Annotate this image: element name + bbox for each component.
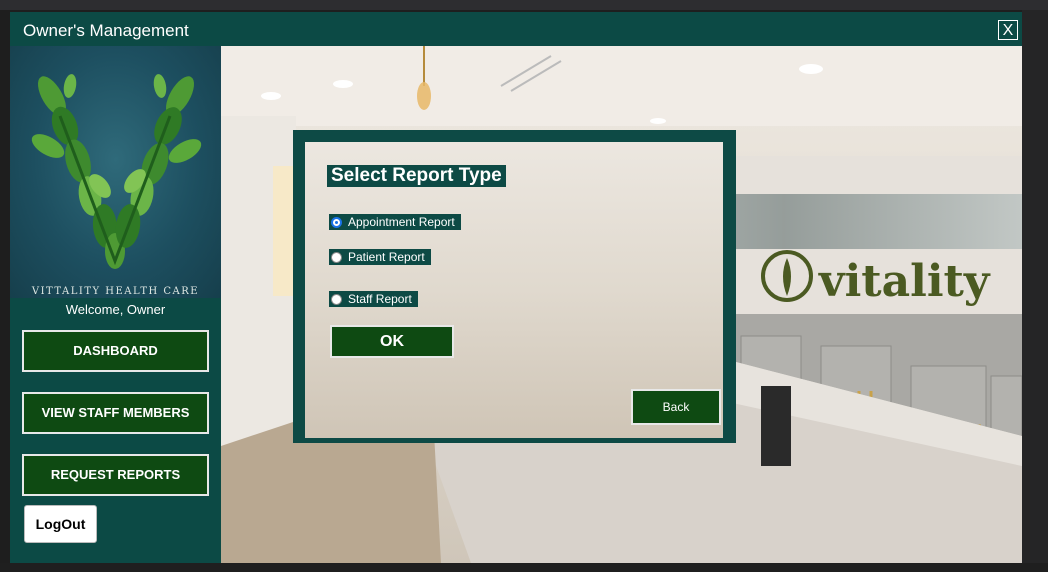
radio-unchecked-icon[interactable]	[331, 293, 342, 305]
dialog-content: Select Report Type Appointment Report Pa…	[305, 142, 723, 438]
owner-management-window: Owner's Management X VITTALITY HEALTH CA…	[10, 12, 1022, 563]
request-reports-button[interactable]: REQUEST REPORTS	[22, 454, 209, 496]
staff-report-option[interactable]: Staff Report	[329, 291, 418, 307]
option-label: Appointment Report	[348, 215, 455, 229]
option-label: Patient Report	[348, 250, 425, 264]
ide-side-panel	[1022, 10, 1048, 572]
logo-caption: VITTALITY HEALTH CARE	[31, 286, 200, 297]
ok-button[interactable]: OK	[330, 325, 454, 358]
welcome-text: Welcome, Owner	[65, 302, 166, 317]
vitality-sign: vitality	[818, 256, 991, 307]
dialog-title: Select Report Type	[327, 165, 506, 187]
sidebar: VITTALITY HEALTH CARE Welcome, Owner DAS…	[10, 46, 221, 563]
dashboard-button[interactable]: DASHBOARD	[22, 330, 209, 372]
vitality-logo: VITTALITY HEALTH CARE	[10, 46, 221, 298]
leaf-v-logo-icon	[31, 74, 202, 269]
window-title: Owner's Management	[23, 21, 189, 40]
logout-button[interactable]: LogOut	[24, 505, 97, 543]
radio-unchecked-icon[interactable]	[331, 251, 342, 263]
radio-checked-icon[interactable]	[331, 216, 342, 228]
view-staff-members-button[interactable]: VIEW STAFF MEMBERS	[22, 392, 209, 434]
ide-tab-strip	[0, 0, 1048, 10]
back-button[interactable]: Back	[631, 389, 721, 425]
ide-bottom-strip	[0, 563, 1048, 572]
select-report-dialog: Select Report Type Appointment Report Pa…	[293, 130, 736, 443]
appointment-report-option[interactable]: Appointment Report	[329, 214, 461, 230]
close-button[interactable]: X	[998, 20, 1018, 40]
patient-report-option[interactable]: Patient Report	[329, 249, 431, 265]
ide-tab-fragment	[0, 0, 100, 8]
option-label: Staff Report	[348, 292, 412, 306]
